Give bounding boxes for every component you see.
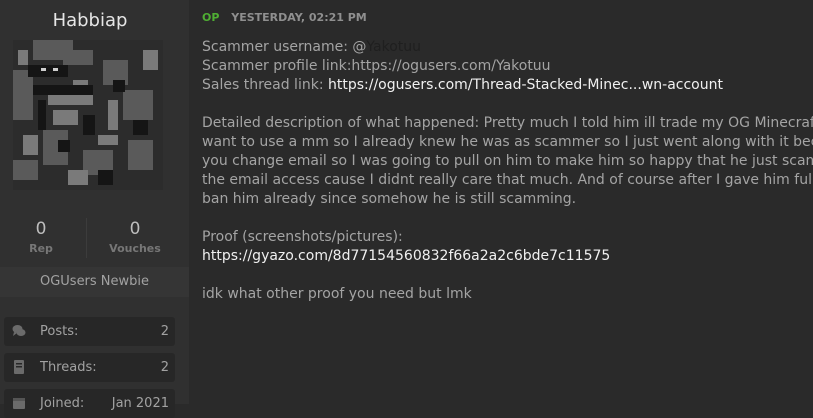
description-line: Detailed description of what happened: P…: [202, 115, 813, 131]
post-header: OP YESTERDAY, 02:21 PM: [202, 11, 367, 24]
info-value: 2: [160, 324, 169, 339]
book-icon: [14, 360, 24, 374]
info-key: Posts:: [40, 324, 79, 339]
vouches-label: Vouches: [109, 242, 161, 255]
info-row-threads[interactable]: Threads: 2: [4, 353, 175, 382]
user-rank: OGUsers Newbie: [0, 267, 189, 297]
stats-divider: [86, 218, 87, 258]
scammer-profile-line: Scammer profile link:https://ogusers.com…: [202, 58, 551, 74]
closing-line: idk what other proof you need but lmk: [202, 286, 472, 302]
rep-label: Rep: [29, 242, 53, 255]
description-line: the email access cause I didnt really ca…: [202, 172, 813, 188]
description-line: ban him already since somehow he is stil…: [202, 191, 577, 207]
post-body: Scammer username: @Yakotuu Scammer profi…: [202, 38, 813, 304]
rep-stat[interactable]: 0 Rep: [0, 215, 82, 255]
sales-thread-label: Sales thread link:: [202, 77, 328, 93]
info-key: Threads:: [40, 360, 97, 375]
proof-label: Proof (screenshots/pictures):: [202, 229, 403, 245]
op-badge: OP: [202, 11, 220, 24]
profile-sidebar: Habbiap 0 Rep 0 Vouches OGUsers Newbie P…: [0, 0, 189, 418]
info-value: 2: [160, 360, 169, 375]
username[interactable]: Habbiap: [0, 10, 180, 31]
vouches-value: 0: [129, 219, 141, 239]
avatar[interactable]: [13, 40, 163, 190]
scammer-username-line: Scammer username: @Yakotuu: [202, 38, 813, 57]
comments-icon: [12, 325, 26, 336]
description-line: you change email so I was going to pull …: [202, 153, 813, 169]
rep-value: 0: [35, 219, 47, 239]
proof-link[interactable]: https://gyazo.com/8d77154560832f66a2a2c6…: [202, 247, 813, 266]
vouches-stat[interactable]: 0 Vouches: [90, 215, 180, 255]
scammer-username-label: Scammer username: @: [202, 39, 367, 55]
stats-panel: 0 Rep 0 Vouches: [0, 215, 189, 263]
sales-thread-link[interactable]: https://ogusers.com/Thread-Stacked-Minec…: [328, 77, 723, 93]
info-row-posts[interactable]: Posts: 2: [4, 317, 175, 346]
calendar-icon: [13, 398, 25, 409]
post-timestamp[interactable]: YESTERDAY, 02:21 PM: [231, 11, 367, 24]
scammer-mention-link[interactable]: Yakotuu: [366, 39, 421, 55]
sales-thread-line: Sales thread link: https://ogusers.com/T…: [202, 76, 813, 95]
description-line: want to use a mm so I already knew he wa…: [202, 134, 813, 150]
